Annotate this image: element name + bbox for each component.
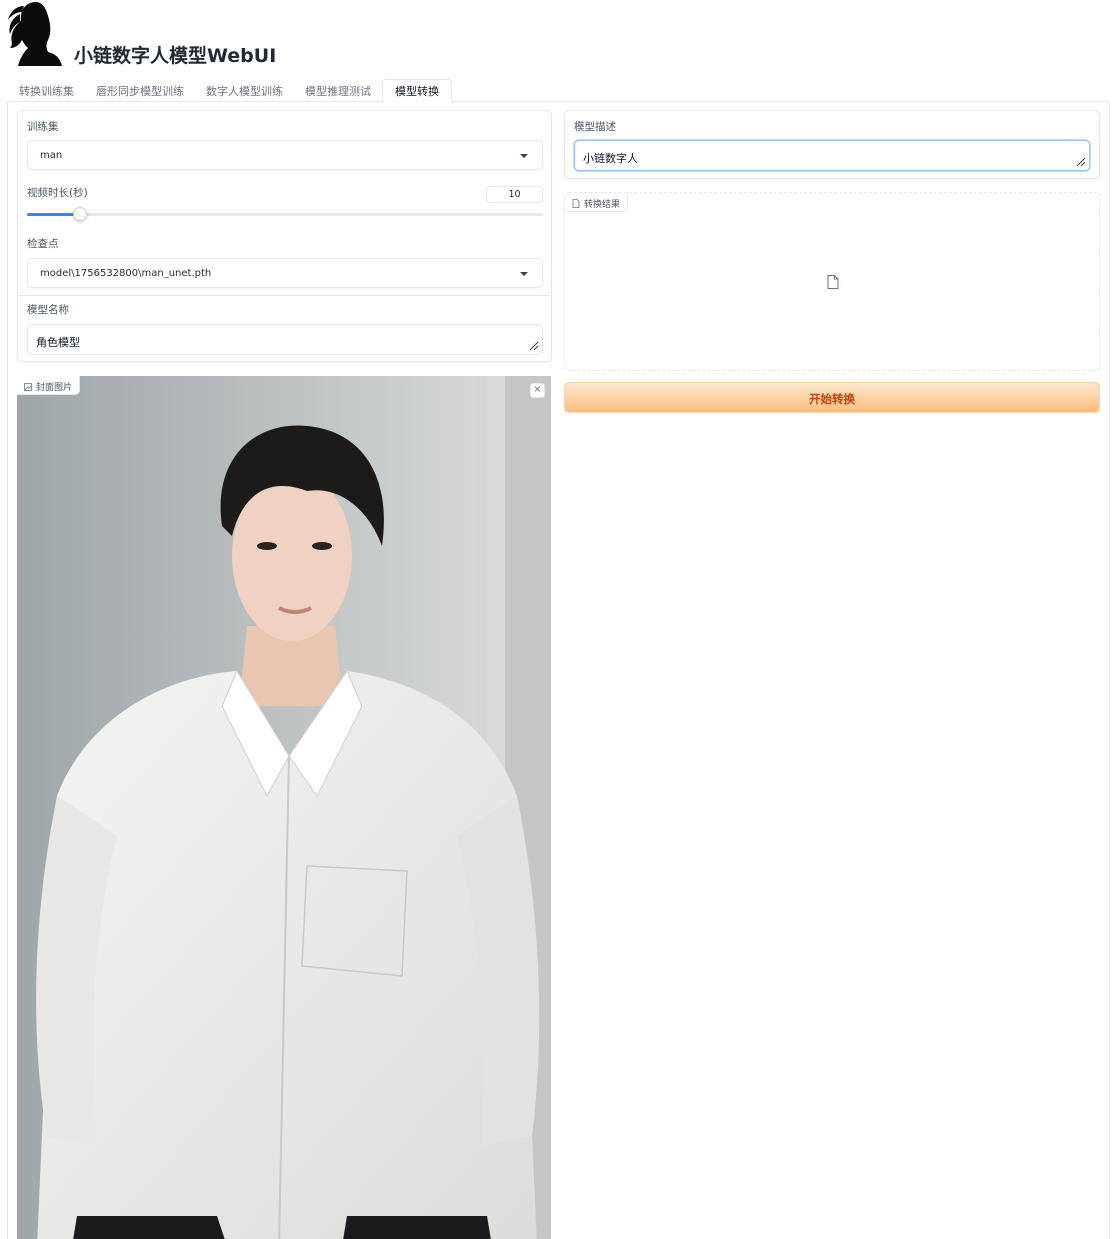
tab-convert-dataset[interactable]: 转换训练集 — [8, 79, 85, 102]
tab-model-convert[interactable]: 模型转换 — [382, 79, 452, 102]
model-name-input[interactable]: 角色模型 — [27, 324, 543, 355]
duration-slider-thumb[interactable] — [73, 207, 87, 221]
dataset-select[interactable]: man — [27, 140, 543, 170]
duration-label: 视频时长(秒) — [27, 187, 88, 199]
divider — [18, 295, 551, 296]
tab-lipsync-training[interactable]: 唇形同步模型训练 — [85, 79, 195, 102]
result-label: 转换结果 — [584, 200, 621, 210]
remove-image-button[interactable]: × — [530, 383, 545, 398]
duration-slider[interactable] — [27, 207, 543, 221]
result-tag: 转换结果 — [565, 193, 629, 212]
app-title: 小链数字人模型WebUI — [74, 45, 277, 67]
description-label: 模型描述 — [574, 121, 616, 133]
chevron-down-icon — [520, 272, 528, 276]
resize-handle-icon[interactable] — [1076, 157, 1086, 167]
tab-inference-test[interactable]: 模型推理测试 — [294, 79, 382, 102]
checkpoint-select[interactable]: model\1756532800\man_unet.pth — [27, 258, 543, 288]
resize-handle-icon[interactable] — [529, 341, 539, 351]
dataset-label: 训练集 — [27, 121, 59, 133]
cover-image[interactable]: 封面图片 × — [17, 376, 551, 1239]
chevron-down-icon — [520, 154, 528, 158]
description-input[interactable]: 小链数字人 — [574, 140, 1090, 171]
woman-silhouette-icon — [8, 2, 62, 66]
start-convert-button[interactable]: 开始转换 — [564, 382, 1100, 413]
file-icon — [572, 199, 580, 208]
checkpoint-label: 检查点 — [27, 238, 59, 250]
portrait-photo — [17, 376, 551, 1239]
description-card: 模型描述 小链数字人 — [564, 110, 1100, 179]
cover-image-label: 封面图片 — [36, 383, 73, 393]
cover-image-tag: 封面图片 — [17, 376, 81, 395]
model-name-label: 模型名称 — [27, 304, 69, 316]
app-header: 小链数字人模型WebUI — [0, 0, 1116, 72]
file-icon — [827, 275, 839, 289]
settings-card: 训练集 man 视频时长(秒) 10 检查点 model\1756532800\… — [17, 110, 552, 362]
result-file-area[interactable]: 转换结果 — [564, 192, 1100, 371]
tab-bar: 转换训练集 唇形同步模型训练 数字人模型训练 模型推理测试 模型转换 — [8, 79, 452, 102]
model-name-value: 角色模型 — [36, 336, 80, 349]
duration-slider-fill — [27, 213, 79, 216]
dataset-value: man — [40, 150, 63, 161]
checkpoint-value: model\1756532800\man_unet.pth — [40, 268, 212, 279]
tab-digital-human-training[interactable]: 数字人模型训练 — [195, 79, 294, 102]
description-value: 小链数字人 — [583, 152, 638, 165]
image-icon — [24, 382, 32, 391]
duration-number-input[interactable]: 10 — [486, 186, 543, 203]
